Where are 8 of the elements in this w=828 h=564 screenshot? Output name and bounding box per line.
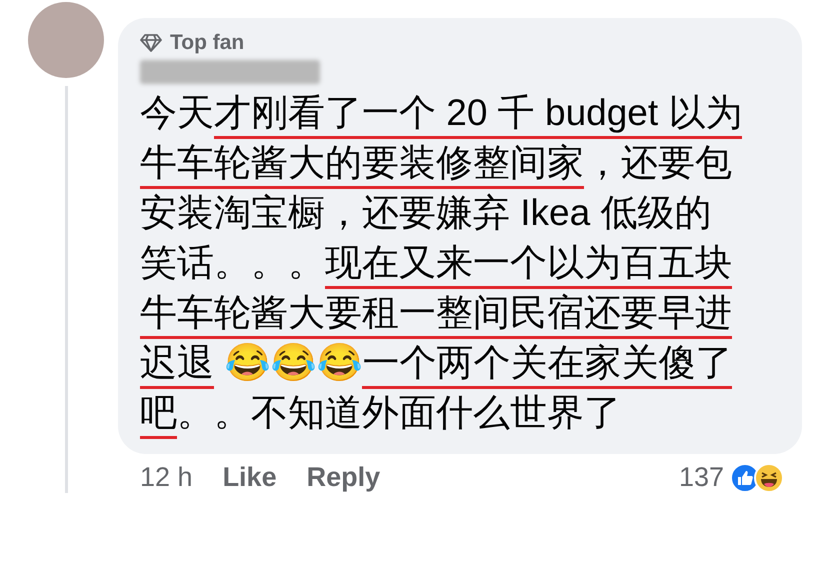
laughing-face-icon [754, 462, 784, 492]
diamond-icon [140, 34, 162, 52]
action-link[interactable]: Like [222, 462, 277, 493]
top-fan-label: Top fan [170, 30, 244, 56]
reaction-count[interactable]: 137 [678, 462, 724, 493]
comment-text: 今天才刚看了一个 20 千 budget 以为牛车轮酱大的要装修整间家，还要包安装淘宝橱，还要嫌弃 Ikea 低级的笑话。。。现在又来一个以为百五块牛车轮酱大要租一整间民宿还要早进迟退 😂😂😂一个两个关在家关傻了吧。。不知道外面什么世界了 [140, 88, 748, 438]
timestamp[interactable]: 12 h [140, 462, 193, 493]
action-link[interactable]: Reply [306, 462, 380, 493]
